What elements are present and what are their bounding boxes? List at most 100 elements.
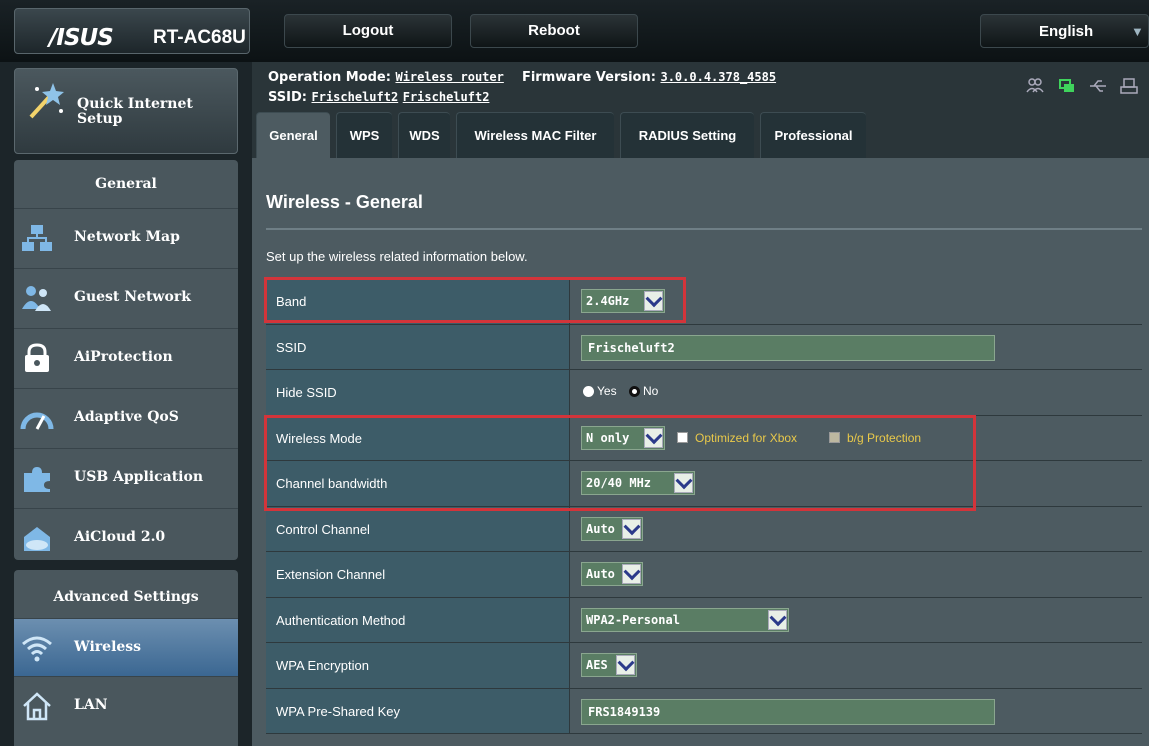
sidebar-item-lan[interactable]: LAN: [14, 676, 238, 734]
wpa-key-input[interactable]: FRS1849139: [581, 698, 995, 725]
wireless-mode-label: Wireless Mode: [276, 430, 362, 446]
usb-icon[interactable]: [1090, 80, 1106, 92]
operation-mode-link[interactable]: Wireless router: [395, 70, 503, 84]
ssid-status-label: SSID:: [268, 90, 307, 105]
setting-row-channel-bandwidth: Channel bandwidth 20/40 MHz: [266, 461, 1142, 507]
wpa-key-value-cell: FRS1849139: [571, 688, 1142, 733]
channel-bandwidth-select[interactable]: 20/40 MHz: [581, 471, 695, 495]
wpa-key-label-cell: WPA Pre-Shared Key: [266, 688, 570, 733]
ssid-link-2[interactable]: Frischeluft2: [403, 90, 490, 104]
bg-protection-checkbox[interactable]: [829, 431, 840, 443]
wpa-encryption-value-cell: AES: [571, 643, 1142, 688]
band-value-cell: 2.4GHz: [571, 279, 1142, 324]
cloud-house-icon: [24, 527, 50, 551]
control-channel-label-cell: Control Channel: [266, 506, 570, 551]
tab-wps[interactable]: WPS: [336, 112, 392, 158]
sidebar-item-adaptive-qos[interactable]: Adaptive QoS: [14, 388, 238, 448]
general-nav-panel: General Network Map Guest Network AiProt…: [14, 160, 238, 560]
operation-mode-label: Operation Mode:: [268, 70, 391, 85]
tab-general[interactable]: General: [256, 112, 330, 158]
chevron-down-icon: [622, 518, 641, 539]
lock-icon: [25, 343, 49, 372]
extension-channel-select[interactable]: Auto: [581, 562, 643, 586]
firmware-label: Firmware Version:: [521, 70, 656, 85]
sidebar-item-label: Adaptive QoS: [74, 409, 179, 425]
internet-status-icon[interactable]: [1059, 79, 1074, 92]
channel-bandwidth-value: 20/40 MHz: [586, 476, 652, 490]
printer-icon[interactable]: [1120, 78, 1138, 94]
chevron-down-icon: [644, 427, 663, 448]
chevron-down-icon: [768, 609, 787, 630]
sidebar-item-label: AiCloud 2.0: [74, 529, 166, 545]
setting-row-hide-ssid: Hide SSID Yes No: [266, 370, 1142, 416]
chevron-down-icon: [674, 473, 693, 493]
settings-table: Band 2.4GHz SSID Frischeluft2 Hide SSID: [266, 279, 1142, 734]
xbox-label: Optimized for Xbox: [695, 430, 798, 445]
control-channel-value-cell: Auto: [571, 506, 1142, 551]
sidebar-item-wireless[interactable]: Wireless: [14, 618, 238, 676]
content-panel: Wireless - General Set up the wireless r…: [252, 158, 1149, 746]
xbox-checkbox[interactable]: [677, 431, 688, 443]
tab-bar: General WPS WDS Wireless MAC Filter RADI…: [252, 112, 1149, 158]
reboot-button[interactable]: Reboot: [470, 14, 638, 48]
channel-bandwidth-value-cell: 20/40 MHz: [571, 461, 1142, 506]
control-channel-select[interactable]: Auto: [581, 516, 643, 541]
hide-ssid-yes-label: Yes: [597, 384, 617, 398]
auth-method-value-cell: WPA2-Personal: [571, 597, 1142, 642]
sidebar-item-aicloud[interactable]: AiCloud 2.0: [14, 508, 238, 568]
setting-row-auth-method: Authentication Method WPA2-Personal: [266, 597, 1142, 643]
general-nav-header: General: [95, 176, 157, 192]
sidebar-item-usb-application[interactable]: USB Application: [14, 448, 238, 508]
sidebar-item-aiprotection[interactable]: AiProtection: [14, 328, 238, 388]
sidebar-item-guest-network[interactable]: Guest Network: [14, 268, 238, 328]
wpa-encryption-value: AES: [586, 658, 608, 672]
wifi-icon: [22, 636, 52, 662]
hide-ssid-no-radio[interactable]: [629, 386, 640, 397]
bg-protection-label: b/g Protection: [847, 430, 922, 445]
wpa-key-label: WPA Pre-Shared Key: [276, 703, 401, 719]
wpa-encryption-select[interactable]: AES: [581, 653, 637, 677]
logout-button[interactable]: Logout: [284, 14, 452, 48]
magic-wand-icon: [29, 83, 64, 119]
tab-radius-setting[interactable]: RADIUS Setting: [620, 112, 754, 158]
control-channel-label: Control Channel: [276, 521, 370, 537]
band-select[interactable]: 2.4GHz: [581, 289, 665, 313]
quick-internet-setup-button[interactable]: Quick Internet Setup: [14, 68, 238, 154]
tab-wireless-mac-filter[interactable]: Wireless MAC Filter: [456, 112, 614, 158]
sidebar-item-label: Network Map: [74, 229, 180, 245]
language-selector[interactable]: English ▼: [980, 14, 1149, 48]
quick-setup-label: Quick Internet Setup: [77, 96, 193, 127]
wpa-encryption-label-cell: WPA Encryption: [266, 643, 570, 688]
sidebar-item-label: Wireless: [74, 639, 142, 655]
sidebar-item-label: USB Application: [74, 469, 204, 485]
logo-area[interactable]: /ISUS RT-AC68U: [14, 8, 250, 54]
channel-bandwidth-label-cell: Channel bandwidth: [266, 461, 570, 506]
page-description: Set up the wireless related information …: [266, 249, 528, 264]
sidebar-item-label: LAN: [74, 697, 108, 713]
setting-row-control-channel: Control Channel Auto: [266, 506, 1142, 552]
hide-ssid-yes-radio[interactable]: [583, 386, 594, 397]
auth-method-select[interactable]: WPA2-Personal: [581, 607, 789, 632]
advanced-nav-panel: Advanced Settings Wireless LAN: [14, 570, 238, 746]
ssid-link-1[interactable]: Frischeluft2: [312, 90, 399, 104]
setting-row-wpa-encryption: WPA Encryption AES: [266, 643, 1142, 689]
advanced-nav-header: Advanced Settings: [53, 589, 199, 605]
extension-channel-label-cell: Extension Channel: [266, 552, 570, 597]
wireless-mode-select[interactable]: N only: [581, 425, 665, 450]
auth-method-value: WPA2-Personal: [586, 612, 680, 627]
hide-ssid-no-label: No: [643, 384, 659, 398]
tab-professional[interactable]: Professional: [760, 112, 866, 158]
control-channel-value: Auto: [586, 521, 615, 536]
setting-row-wireless-mode: Wireless Mode N only Optimized for Xbox …: [266, 415, 1142, 461]
sidebar-item-network-map[interactable]: Network Map: [14, 208, 238, 268]
chevron-down-icon: [644, 291, 663, 311]
setting-row-extension-channel: Extension Channel Auto: [266, 552, 1142, 598]
chevron-down-icon: [616, 655, 635, 675]
ssid-input[interactable]: Frischeluft2: [581, 334, 995, 361]
tab-wds[interactable]: WDS: [398, 112, 450, 158]
clients-icon[interactable]: [1026, 78, 1044, 93]
wireless-mode-label-cell: Wireless Mode: [266, 415, 570, 460]
band-label: Band: [276, 294, 307, 309]
extension-channel-value-cell: Auto: [571, 552, 1142, 597]
firmware-link[interactable]: 3.0.0.4.378_4585: [660, 70, 776, 84]
